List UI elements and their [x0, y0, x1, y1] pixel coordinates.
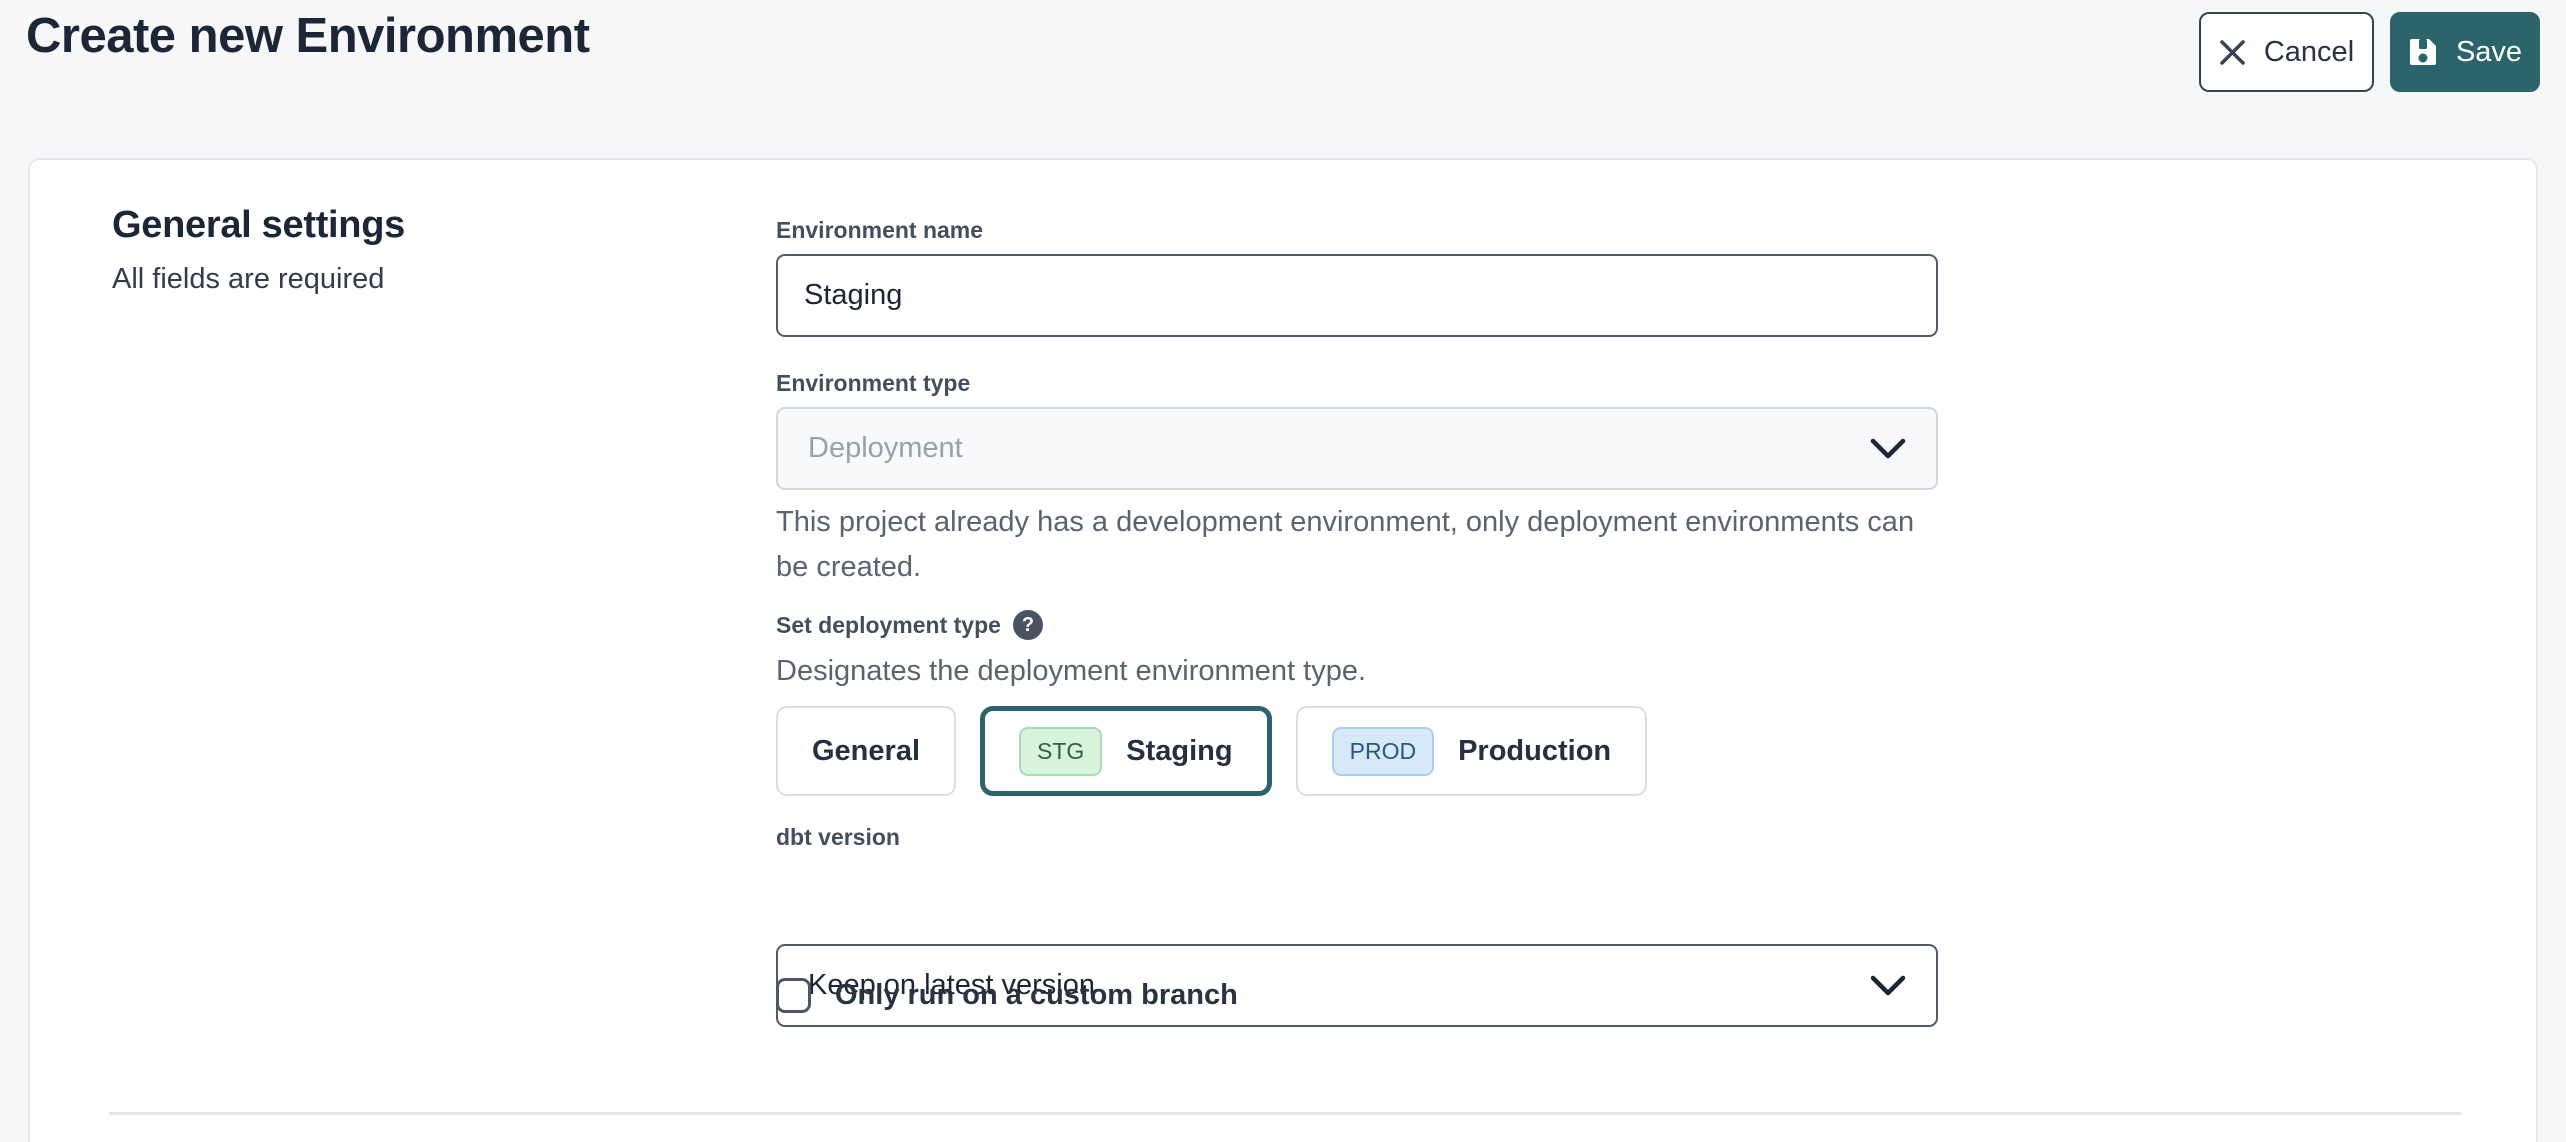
stg-badge: STG — [1019, 727, 1102, 776]
form-column: Environment name Environment type Deploy… — [776, 160, 1938, 326]
custom-branch-row[interactable]: Only run on a custom branch — [776, 978, 1238, 1013]
deployment-type-label-text: Set deployment type — [776, 612, 1001, 639]
environment-name-label: Environment name — [776, 217, 983, 244]
deployment-type-option-general[interactable]: General — [776, 706, 956, 796]
save-button[interactable]: Save — [2390, 12, 2540, 92]
settings-card: General settings All fields are required… — [28, 158, 2538, 1142]
prod-badge: PROD — [1332, 727, 1434, 776]
deployment-type-label: Set deployment type ? — [776, 610, 1043, 640]
section-intro: General settings All fields are required — [112, 204, 405, 296]
deployment-type-options: General STG Staging PROD Production — [776, 706, 1647, 796]
environment-type-value: Deployment — [808, 432, 963, 465]
section-heading: General settings — [112, 204, 405, 247]
custom-branch-checkbox[interactable] — [776, 978, 811, 1013]
environment-type-help: This project already has a development e… — [776, 500, 1938, 590]
dbt-version-label: dbt version — [776, 824, 900, 851]
chevron-down-icon — [1870, 975, 1906, 997]
section-divider — [109, 1112, 2461, 1115]
section-subheading: All fields are required — [112, 263, 405, 296]
save-label: Save — [2456, 36, 2522, 69]
help-icon[interactable]: ? — [1013, 610, 1043, 640]
environment-name-input[interactable] — [776, 254, 1938, 337]
chevron-down-icon — [1870, 438, 1906, 460]
page-title: Create new Environment — [26, 8, 590, 64]
close-icon — [2219, 39, 2246, 66]
page-header: Create new Environment Cancel Save — [0, 0, 2566, 158]
save-icon — [2408, 37, 2438, 67]
cancel-label: Cancel — [2264, 36, 2354, 69]
deployment-type-option-production-label: Production — [1458, 735, 1611, 768]
deployment-type-option-general-label: General — [812, 735, 920, 768]
environment-type-select[interactable]: Deployment — [776, 407, 1938, 490]
custom-branch-label: Only run on a custom branch — [835, 979, 1238, 1012]
cancel-button[interactable]: Cancel — [2199, 12, 2374, 92]
header-actions: Cancel Save — [2199, 12, 2540, 92]
deployment-type-option-production[interactable]: PROD Production — [1296, 706, 1648, 796]
environment-type-label: Environment type — [776, 370, 970, 397]
deployment-type-option-staging-label: Staging — [1126, 735, 1232, 768]
deployment-type-option-staging[interactable]: STG Staging — [980, 706, 1272, 796]
deployment-type-description: Designates the deployment environment ty… — [776, 649, 1366, 694]
